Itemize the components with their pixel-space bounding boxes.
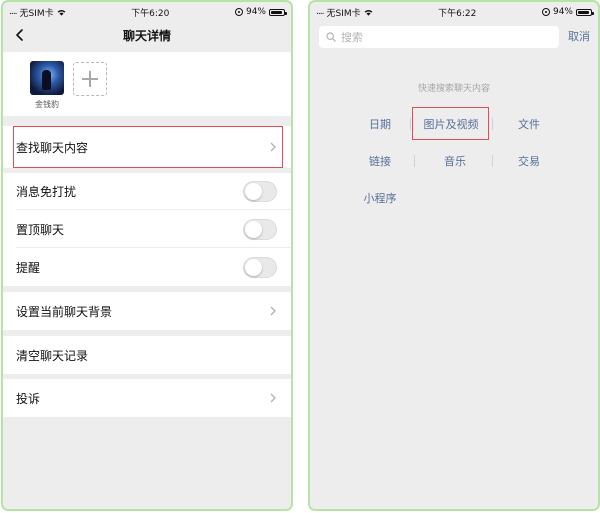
category-transactions[interactable]: 交易 [487,153,571,169]
carrier-label: 无SIM卡 [326,8,361,19]
battery-icon [575,8,594,16]
category-files[interactable]: 文件 [487,116,571,132]
cancel-button[interactable]: 取消 [568,28,590,44]
clear-chat-history-item[interactable]: 清空聊天记录 [3,336,291,374]
wifi-icon [364,9,373,16]
quick-search-title: 快速搜索聊天内容 [417,84,490,94]
category-photos-videos[interactable]: 图片及视频 [409,116,493,132]
chevron-right-icon [270,142,276,152]
carrier-label: 无SIM卡 [19,8,54,19]
cell-label: 查找聊天内容 [16,140,89,155]
wifi-icon [57,9,66,16]
chat-details-screen: .... 无SIM卡 下午6:20 94% 聊天详情 金钱豹 查找聊天内容 消息… [1,0,293,511]
cell-label: 投诉 [16,391,41,406]
status-bar: .... 无SIM卡 下午6:20 94% [3,2,291,22]
category-links[interactable]: 链接 [338,153,422,169]
reminder-item: 提醒 [3,248,291,286]
battery-icon [268,8,287,16]
orientation-lock-icon [234,8,243,16]
find-chat-content-item[interactable]: 查找聊天内容 [3,126,291,168]
pin-chat-item: 置顶聊天 [3,210,291,248]
chevron-right-icon [270,306,276,316]
clock: 下午6:20 [131,8,170,19]
category-music[interactable]: 音乐 [413,153,497,169]
mute-notifications-item: 消息免打扰 [3,173,291,210]
page-title: 聊天详情 [122,29,171,43]
cell-label: 置顶聊天 [16,222,65,237]
search-bar[interactable] [319,26,559,48]
complaint-item[interactable]: 投诉 [3,379,291,417]
cell-label: 提醒 [16,260,41,275]
add-member-button[interactable] [73,62,107,96]
nav-bar: 聊天详情 [3,22,291,49]
category-mini-programs[interactable]: 小程序 [338,190,422,206]
search-chat-content-screen: .... 无SIM卡 下午6:22 94% 取消 快速搜索聊天内容 日期 图片及… [308,0,600,511]
search-input[interactable] [341,30,541,44]
reminder-toggle[interactable] [243,256,277,278]
status-bar: .... 无SIM卡 下午6:22 94% [310,2,598,22]
chevron-right-icon [270,393,276,403]
cell-label: 消息免打扰 [16,185,77,199]
member-list: 金钱豹 [3,52,291,116]
battery-percent: 94% [245,7,266,17]
mute-notifications-toggle[interactable] [243,181,277,202]
orientation-lock-icon [541,8,550,16]
set-chat-background-item[interactable]: 设置当前聊天背景 [3,292,291,330]
signal-icon: .... [316,7,325,17]
signal-icon: .... [9,7,18,17]
member-name: 金钱豹 [35,100,59,109]
pin-chat-toggle[interactable] [243,218,277,240]
clock: 下午6:22 [438,8,477,19]
search-icon [326,32,336,42]
cell-label: 清空聊天记录 [16,348,89,363]
avatar[interactable] [30,61,64,95]
chevron-left-icon[interactable] [13,28,27,42]
battery-percent: 94% [552,7,573,17]
plus-icon [82,71,98,87]
member-item[interactable]: 金钱豹 [27,61,67,110]
cell-label: 设置当前聊天背景 [16,304,113,319]
